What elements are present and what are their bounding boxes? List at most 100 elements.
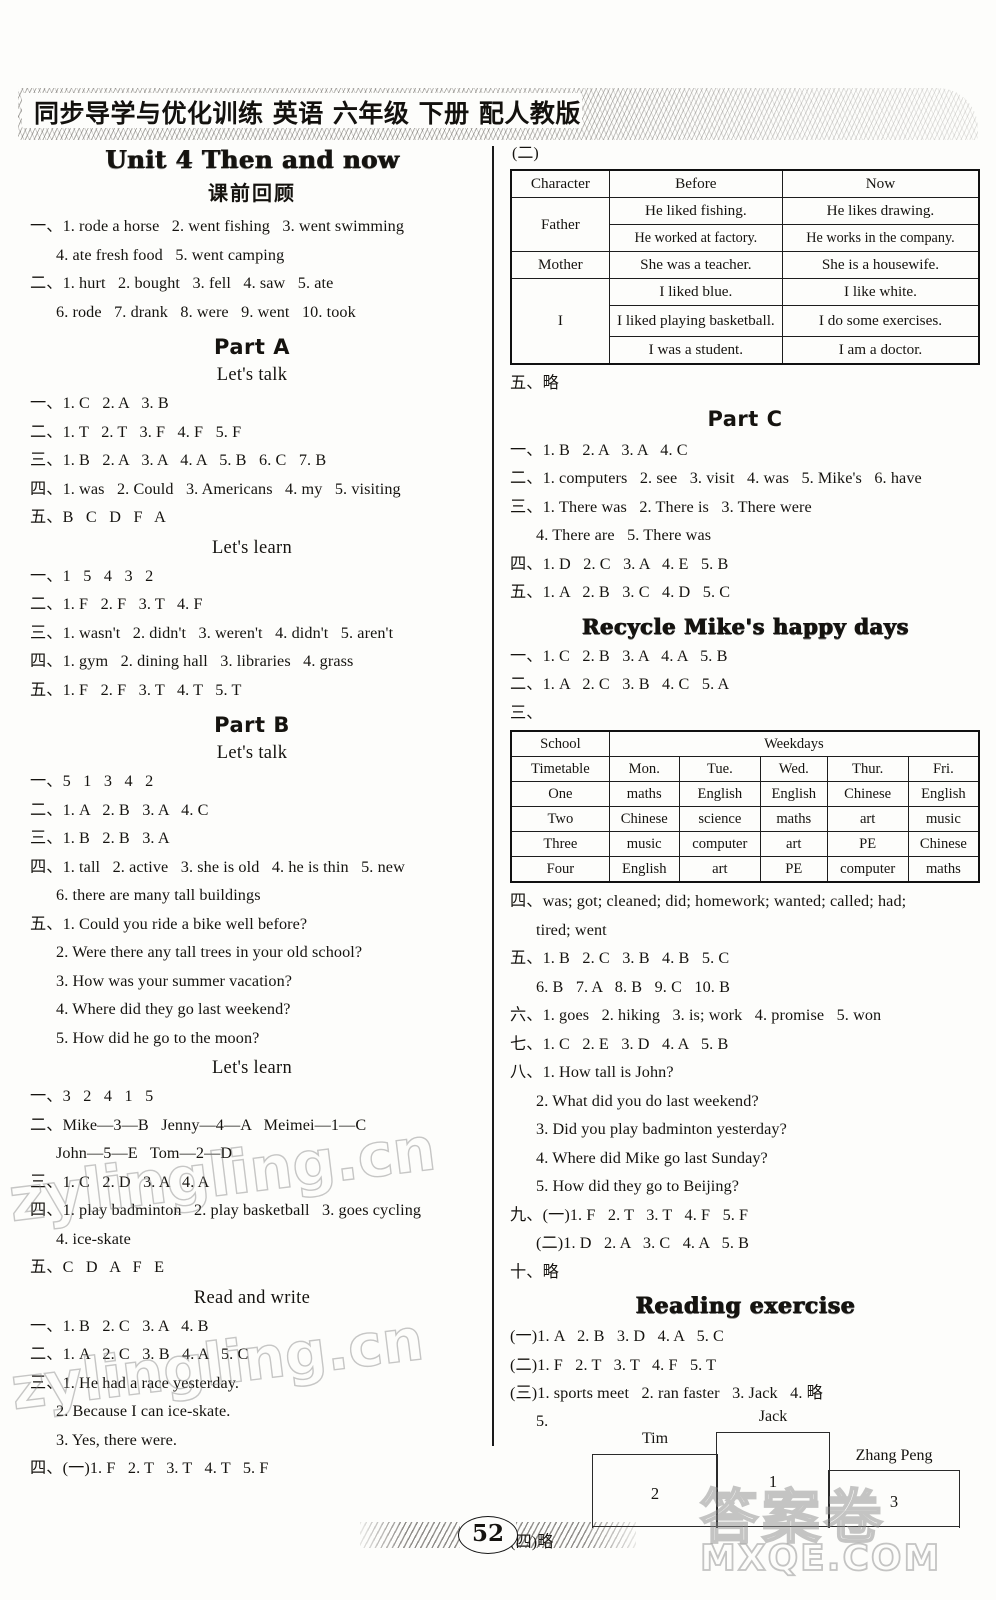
answer-line: 二、1. T 2. T 3. F 4. F 5. F bbox=[30, 422, 242, 441]
table-header-character: Character bbox=[510, 169, 610, 198]
table-row: I I liked blue. I like white. bbox=[510, 278, 980, 365]
answer-line: 二、1. F 2. F 3. T 4. F bbox=[30, 595, 203, 613]
footer-hatch-right bbox=[516, 1522, 636, 1548]
table-row: Mother She was a teacher. She is a house… bbox=[510, 251, 980, 279]
footer-hatch-left bbox=[360, 1522, 460, 1548]
answer-line: 四、(一)1. F 2. T 3. T 4. T 5. F bbox=[30, 1459, 269, 1477]
podium-rank-first: 1 bbox=[768, 1471, 778, 1491]
table-header-row: School Weekdays bbox=[510, 730, 980, 757]
answer-line: 七、1. C 2. E 3. D 4. A 5. B bbox=[510, 1034, 729, 1053]
answer-line: 四、was; got; cleaned; did; homework; want… bbox=[510, 892, 907, 910]
answer-line: 一、1. rode a horse 2. went fishing 3. wen… bbox=[30, 217, 405, 235]
pre-review-heading: 课前回顾 bbox=[208, 181, 296, 205]
section-two-label: (二) bbox=[512, 145, 539, 162]
timetable-corner-line2: Timetable bbox=[510, 756, 610, 782]
part-b-read-and-write-heading: Read and write bbox=[193, 1287, 311, 1308]
answer-line: 二、1. A 2. C 3. B 4. A 5. C bbox=[30, 1345, 249, 1363]
table-row: One maths English English Chinese Englis… bbox=[510, 781, 980, 807]
page-header-banner: 同步导学与优化训练 英语 六年级 下册 配人教版 bbox=[0, 86, 996, 144]
answer-line: (二)1. D 2. A 3. C 4. A 5. B bbox=[536, 1234, 750, 1252]
cell-before: I was a student. bbox=[608, 336, 783, 365]
unit-title: Unit 4 Then and now bbox=[104, 145, 400, 174]
banner-title: 同步导学与优化训练 英语 六年级 下册 配人教版 bbox=[34, 99, 581, 128]
table-row: Father He liked fishing. He likes drawin… bbox=[510, 197, 980, 252]
cell-before: I liked blue. bbox=[608, 278, 783, 306]
table-header-before: Before bbox=[608, 169, 783, 198]
part-c-heading: Part C bbox=[707, 406, 783, 431]
answer-line: 2. Were there any tall trees in your old… bbox=[56, 943, 363, 961]
answer-line: tired; went bbox=[536, 920, 607, 939]
cell-now: He likes drawing. bbox=[781, 197, 980, 225]
answer-line: 十、略 bbox=[510, 1262, 559, 1281]
answer-line: 5. How did they go to Beijing? bbox=[536, 1177, 740, 1195]
answer-line: 4. ice-skate bbox=[56, 1229, 131, 1248]
timetable-group-header-weekdays: Weekdays bbox=[608, 730, 980, 757]
podium-rank-second: 2 bbox=[650, 1483, 660, 1503]
timetable-cell: art bbox=[759, 831, 828, 857]
cell-now: I do some exercises. bbox=[781, 305, 980, 337]
table-header-row: Timetable Mon. Tue. Wed. Thur. Fri. bbox=[510, 756, 980, 782]
page-footer: 52 bbox=[0, 1508, 996, 1560]
timetable-corner-line1: School bbox=[510, 730, 610, 757]
timetable-cell: computer bbox=[678, 831, 761, 857]
answer-line: 三、 bbox=[510, 703, 543, 722]
answer-line: 四、1. D 2. C 3. A 4. E 5. B bbox=[510, 554, 729, 573]
answer-line: (一)1. A 2. B 3. D 4. A 5. C bbox=[510, 1327, 724, 1345]
part-b-lets-learn-heading: Let's learn bbox=[211, 1058, 293, 1078]
answer-line: 一、1. C 2. A 3. B bbox=[30, 394, 169, 412]
timetable-day-fri: Fri. bbox=[907, 756, 980, 782]
timetable-cell: Chinese bbox=[608, 806, 680, 832]
answer-line: 3. How was your summer vacation? bbox=[56, 971, 293, 990]
timetable-cell: PE bbox=[759, 856, 828, 883]
part-b-heading: Part B bbox=[214, 713, 290, 737]
answer-line: 一、3 2 4 1 5 bbox=[30, 1087, 154, 1105]
timetable-cell: maths bbox=[608, 781, 680, 807]
timetable-period-four: Four bbox=[510, 856, 610, 883]
timetable-cell: English bbox=[907, 781, 980, 807]
answer-line: 四、1. play badminton 2. play basketball 3… bbox=[30, 1201, 422, 1219]
cell-before: He liked fishing. bbox=[608, 197, 783, 225]
row-character-father: Father bbox=[510, 197, 610, 252]
answer-line: 三、1. There was 2. There is 3. There were bbox=[510, 497, 812, 516]
podium-name-second: Tim bbox=[641, 1429, 669, 1447]
cell-now: I like white. bbox=[781, 278, 980, 306]
answer-line: 一、1. B 2. C 3. A 4. B bbox=[30, 1316, 209, 1335]
answer-line: 二、1. A 2. B 3. A 4. C bbox=[30, 800, 209, 819]
cell-before: She was a teacher. bbox=[608, 251, 783, 279]
answer-line: 一、1. C 2. B 3. A 4. A 5. B bbox=[510, 646, 728, 665]
row-character-mother: Mother bbox=[510, 251, 610, 279]
part-a-lets-talk-heading: Let's talk bbox=[216, 365, 288, 385]
answer-line: 三、1. He had a race yesterday. bbox=[30, 1373, 240, 1392]
answer-line: 2. What did you do last weekend? bbox=[536, 1091, 759, 1110]
timetable-cell: maths bbox=[907, 856, 980, 883]
timetable-cell: Chinese bbox=[907, 831, 980, 857]
table-header-now: Now bbox=[781, 169, 980, 198]
answer-line: 2. Because I can ice-skate. bbox=[56, 1402, 231, 1420]
cell-now: He works in the company. bbox=[781, 224, 980, 252]
answer-line: 六、1. goes 2. hiking 3. is; work 4. promi… bbox=[510, 1006, 882, 1024]
timetable-day-thur: Thur. bbox=[826, 756, 909, 782]
part-b-lets-talk-heading: Let's talk bbox=[216, 743, 288, 763]
answer-line: 4. ate fresh food 5. went camping bbox=[56, 245, 285, 264]
answer-line: 6. B 7. A 8. B 9. C 10. B bbox=[536, 977, 730, 996]
timetable-period-three: Three bbox=[510, 831, 610, 857]
timetable-cell: English bbox=[678, 781, 761, 807]
answer-line: 五、略 bbox=[510, 374, 559, 392]
answer-line: John—5—E Tom—2—D bbox=[56, 1144, 233, 1162]
timetable-period-two: Two bbox=[510, 806, 610, 832]
answer-line: 三、1. C 2. D 3. A 4. A bbox=[30, 1172, 210, 1191]
timetable-cell: science bbox=[678, 806, 761, 832]
answer-line: 3. Yes, there were. bbox=[56, 1430, 178, 1449]
row-character-i: I bbox=[510, 278, 610, 365]
timetable-cell: Chinese bbox=[826, 781, 909, 807]
answer-line: (二)1. F 2. T 3. T 4. F 5. T bbox=[510, 1355, 717, 1374]
cell-now: I am a doctor. bbox=[781, 336, 980, 365]
timetable-cell: maths bbox=[759, 806, 828, 832]
timetable-day-mon: Mon. bbox=[608, 756, 680, 782]
page-body: Unit 4 Then and now 课前回顾 一、1. rode a hor… bbox=[0, 142, 996, 1551]
answer-line: 二、1. computers 2. see 3. visit 4. was 5.… bbox=[510, 469, 922, 487]
answer-line: 四、1. was 2. Could 3. Americans 4. my 5. … bbox=[30, 479, 401, 498]
timetable-day-tue: Tue. bbox=[678, 756, 761, 782]
table-row: Three music computer art PE Chinese bbox=[510, 831, 980, 857]
timetable-cell: art bbox=[678, 856, 761, 883]
